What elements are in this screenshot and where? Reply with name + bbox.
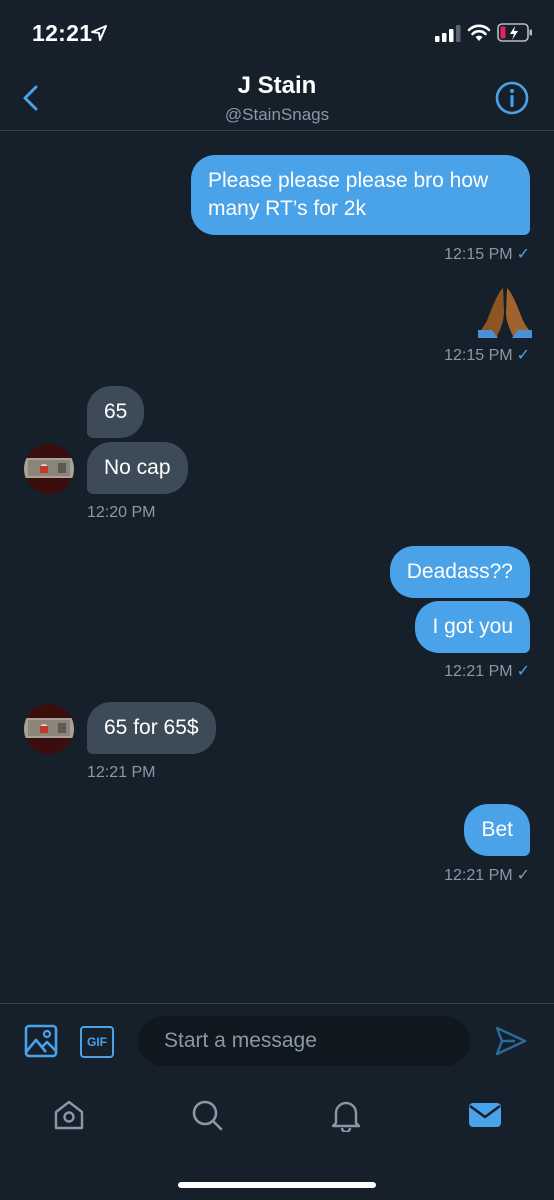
wifi-icon <box>467 24 491 41</box>
location-arrow-icon <box>91 25 107 41</box>
battery-icon <box>497 23 532 42</box>
contact-name[interactable]: J Stain <box>0 72 554 100</box>
sent-check-icon: ✓ <box>516 867 530 884</box>
tab-messages[interactable] <box>465 1095 505 1135</box>
message-timestamp: 12:21 PM ✓ <box>444 663 530 680</box>
read-check-icon: ✓ <box>516 663 530 680</box>
message-bubble-incoming[interactable]: No cap <box>87 442 188 494</box>
message-timestamp: 12:15 PM ✓ <box>444 347 530 364</box>
message-timestamp: 12:15 PM ✓ <box>444 246 530 263</box>
avatar-image <box>24 704 74 754</box>
messages-icon <box>469 1103 501 1127</box>
message-bubble-outgoing[interactable]: Please please please bro how many RT’s f… <box>191 155 530 235</box>
signal-icon <box>435 25 461 42</box>
message-input[interactable] <box>138 1016 470 1066</box>
contact-handle[interactable]: @StainSnags <box>0 105 554 125</box>
notifications-icon <box>331 1101 361 1132</box>
message-composer: GIF <box>0 1003 554 1081</box>
avatar[interactable] <box>24 704 74 754</box>
read-check-icon: ✓ <box>516 246 530 263</box>
tab-search[interactable] <box>187 1095 227 1135</box>
gif-button[interactable]: GIF <box>80 1026 114 1058</box>
avatar[interactable] <box>24 444 74 494</box>
status-bar: 12:21 <box>0 0 554 64</box>
avatar-image <box>24 444 74 494</box>
emoji-message[interactable]: 🙏🏾 <box>478 284 532 338</box>
message-bubble-incoming[interactable]: 65 <box>87 386 145 438</box>
status-time: 12:21 <box>32 20 93 46</box>
message-bubble-outgoing[interactable]: Bet <box>464 804 530 856</box>
message-timestamp: 12:21 PM <box>87 764 156 781</box>
folded-hands-emoji <box>478 288 532 338</box>
message-bubble-outgoing[interactable]: Deadass?? <box>389 546 530 598</box>
search-icon <box>192 1100 223 1131</box>
message-timestamp: 12:21 PM ✓ <box>444 867 530 884</box>
message-bubble-incoming[interactable]: 65 for 65$ <box>87 702 216 754</box>
info-icon[interactable] <box>494 80 530 116</box>
read-check-icon: ✓ <box>516 347 530 364</box>
message-bubble-outgoing[interactable]: I got you <box>415 601 530 653</box>
home-indicator[interactable] <box>178 1182 376 1188</box>
tab-notifications[interactable] <box>326 1095 366 1135</box>
image-icon[interactable] <box>24 1024 58 1058</box>
tab-home[interactable] <box>49 1095 89 1135</box>
send-icon[interactable] <box>494 1024 528 1058</box>
home-icon <box>54 1100 84 1130</box>
conversation-header: J Stain @StainSnags <box>0 64 554 131</box>
message-timestamp: 12:20 PM <box>87 504 156 521</box>
